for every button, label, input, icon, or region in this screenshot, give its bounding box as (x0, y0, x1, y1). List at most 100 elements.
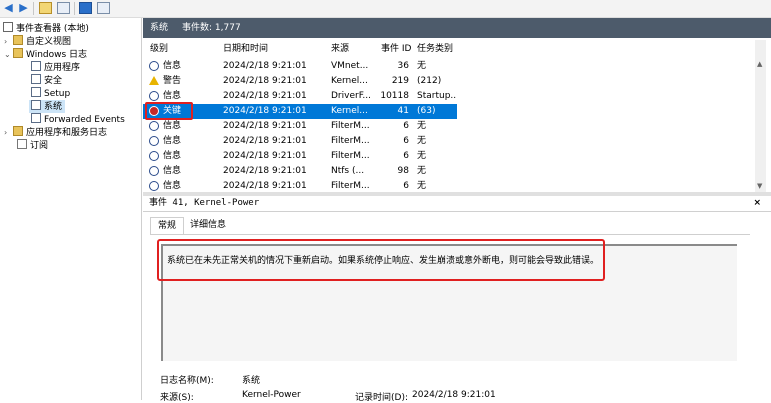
info-icon (149, 91, 159, 101)
datetime-cell: 2024/2/18 9:21:01 (223, 121, 307, 131)
grid-scrollbar[interactable]: ▲ ▼ (755, 40, 766, 192)
collapse-icon[interactable]: ⌄ (4, 48, 13, 61)
task-category-cell: 无 (417, 136, 427, 146)
navigation-tree: 事件查看器 (本地) › 自定义视图 ⌄ Windows 日志 应用程序 安全 Se… (0, 18, 142, 400)
folder-icon (13, 126, 23, 136)
column-header-task-category[interactable]: 任务类别 (417, 42, 453, 57)
log-name-value: 系统 (242, 376, 261, 386)
source-cell: FilterM... (331, 151, 370, 161)
tree-item-label: 自定义视图 (26, 37, 72, 47)
table-row[interactable]: 警告 2024/2/18 9:21:01 Kernel... 219 (212) (143, 74, 457, 89)
event-id-cell: 10118 (380, 91, 409, 101)
action-pane-icon[interactable] (97, 2, 110, 14)
event-detail-title: 事件 41, Kernel-Power (149, 198, 260, 208)
log-icon (31, 61, 41, 71)
column-header-level[interactable]: 级别 (150, 42, 168, 57)
level-cell: 警告 (163, 76, 182, 86)
expand-icon[interactable]: › (4, 35, 13, 48)
level-cell: 信息 (163, 151, 182, 161)
table-row[interactable]: 信息 2024/2/18 9:21:01 FilterM... 6 无 (143, 119, 457, 134)
log-header: 系统 事件数: 1,777 (143, 18, 771, 38)
tab-details[interactable]: 详细信息 (190, 217, 226, 234)
event-count: 事件数: 1,777 (182, 23, 241, 33)
table-row[interactable]: 信息 2024/2/18 9:21:01 Ntfs (... 98 无 (143, 164, 457, 179)
scroll-up-icon[interactable]: ▲ (757, 60, 762, 68)
warning-icon (149, 76, 159, 85)
datetime-cell: 2024/2/18 9:21:01 (223, 61, 307, 71)
level-cell: 信息 (163, 136, 182, 146)
help-icon[interactable] (79, 2, 92, 14)
event-id-cell: 6 (403, 136, 409, 146)
folder-icon (13, 48, 23, 58)
datetime-cell: 2024/2/18 9:21:01 (223, 76, 307, 86)
log-title: 系统 (150, 23, 169, 33)
tab-general[interactable]: 常规 (150, 217, 184, 235)
event-id-cell: 98 (397, 166, 409, 176)
tree-item-label: Windows 日志 (26, 50, 88, 60)
tree-item-security[interactable]: 安全 (31, 74, 62, 87)
highlight-box-critical (145, 102, 193, 120)
source-cell: DriverF... (331, 91, 372, 101)
task-category-cell: 无 (417, 61, 427, 71)
back-arrow-icon[interactable]: ◀ (2, 2, 15, 14)
event-viewer-icon (3, 22, 13, 32)
info-icon (149, 151, 159, 161)
tree-item-apps-services-logs[interactable]: › 应用程序和服务日志 (4, 126, 107, 139)
table-row[interactable]: 信息 2024/2/18 9:21:01 FilterM... 6 无 (143, 149, 457, 164)
tree-item-windows-logs[interactable]: ⌄ Windows 日志 (4, 48, 87, 61)
log-icon (31, 100, 41, 110)
tree-item-system[interactable]: 系统 (29, 100, 66, 113)
event-id-cell: 6 (403, 151, 409, 161)
log-name-label: 日志名称(M): (160, 376, 214, 386)
tree-item-subscriptions[interactable]: 订阅 (17, 139, 48, 152)
expand-icon[interactable]: › (4, 126, 13, 139)
tree-root[interactable]: 事件查看器 (本地) (3, 22, 89, 35)
datetime-cell: 2024/2/18 9:21:01 (223, 151, 307, 161)
source-cell: FilterM... (331, 136, 370, 146)
folder-icon (13, 35, 23, 45)
log-icon (31, 74, 41, 84)
tree-root-label: 事件查看器 (本地) (16, 24, 89, 34)
table-row[interactable]: 信息 2024/2/18 9:21:01 VMnet... 36 无 (143, 59, 457, 74)
subscription-icon (17, 139, 27, 149)
tree-item-application[interactable]: 应用程序 (31, 61, 80, 74)
column-header-event-id[interactable]: 事件 ID (381, 42, 411, 57)
level-cell: 信息 (163, 61, 182, 71)
task-category-cell: Startup... (417, 91, 457, 101)
tree-item-setup[interactable]: Setup (31, 87, 70, 100)
task-category-cell: 无 (417, 166, 427, 176)
folder-up-icon[interactable] (39, 2, 52, 14)
column-header-source[interactable]: 来源 (331, 42, 349, 57)
table-row[interactable]: 信息 2024/2/18 9:21:01 FilterM... 6 无 (143, 134, 457, 149)
source-label: 来源(S): (160, 393, 194, 403)
highlight-box-description (157, 239, 605, 281)
forward-arrow-icon[interactable]: ▶ (17, 2, 30, 14)
datetime-cell: 2024/2/18 9:21:01 (223, 166, 307, 176)
close-icon[interactable]: × (753, 196, 761, 211)
info-icon (149, 166, 159, 176)
detail-tabs: 常规 详细信息 (150, 217, 770, 235)
show-hide-tree-icon[interactable] (57, 2, 70, 14)
source-value: Kernel-Power (242, 390, 301, 400)
task-category-cell: (63) (417, 106, 436, 116)
task-category-cell: 无 (417, 151, 427, 161)
datetime-cell: 2024/2/18 9:21:01 (223, 106, 307, 116)
toolbar: ◀ ▶ (0, 0, 771, 18)
logged-value: 2024/2/18 9:21:01 (412, 390, 496, 400)
scroll-down-icon[interactable]: ▼ (757, 182, 762, 190)
info-icon (149, 61, 159, 71)
info-icon (149, 121, 159, 131)
event-detail-header: 事件 41, Kernel-Power × (143, 196, 771, 212)
event-id-cell: 6 (403, 121, 409, 131)
tree-item-label: 安全 (44, 76, 63, 86)
event-id-cell: 41 (397, 106, 409, 116)
info-icon (149, 181, 159, 191)
tree-item-forwarded-events[interactable]: Forwarded Events (31, 113, 125, 126)
source-cell: FilterM... (331, 121, 370, 131)
toolbar-separator (74, 2, 75, 15)
info-icon (149, 136, 159, 146)
column-header-datetime[interactable]: 日期和时间 (223, 42, 268, 57)
tree-item-custom-views[interactable]: › 自定义视图 (4, 35, 71, 48)
task-category-cell: (212) (417, 76, 442, 86)
tree-item-label: Forwarded Events (44, 115, 125, 125)
